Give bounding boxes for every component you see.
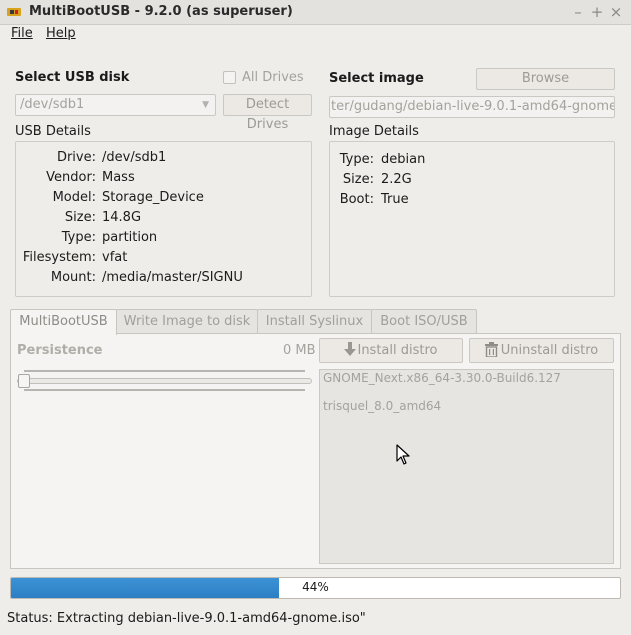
usb-details-group: Drive: /dev/sdb1 Vendor: Mass Model: Storage_… — [15, 141, 312, 297]
detail-key: Size: — [342, 172, 374, 187]
minimize-button[interactable]: – — [569, 3, 587, 21]
detail-value: debian — [381, 152, 426, 167]
persistence-label: Persistence — [17, 343, 103, 358]
usb-disk-selected: /dev/sdb1 — [20, 97, 85, 112]
detail-key: Size: — [64, 210, 96, 225]
all-drives-checkbox[interactable] — [223, 71, 236, 84]
tab-multibootusb[interactable]: MultiBootUSB — [10, 309, 117, 335]
chevron-down-icon: ▼ — [202, 100, 209, 110]
status-text: Status: Extracting debian-live-9.0.1-amd… — [7, 611, 366, 626]
mouse-cursor-icon — [396, 444, 410, 465]
extraction-progress-bar: 44% — [10, 577, 621, 599]
detect-drives-button[interactable]: Detect Drives — [223, 94, 312, 132]
maximize-button[interactable]: + — [588, 3, 606, 21]
uninstall-distro-button[interactable]: Uninstall distro — [469, 338, 614, 363]
persistence-slider-handle[interactable] — [18, 374, 30, 388]
usb-disk-dropdown[interactable]: /dev/sdb1 ▼ — [15, 94, 216, 116]
download-arrow-icon — [344, 342, 357, 356]
detail-value: vfat — [102, 250, 128, 265]
select-image-heading: Select image — [329, 71, 424, 86]
tab-install-syslinux[interactable]: Install Syslinux — [257, 309, 372, 334]
detail-value: Storage_Device — [102, 190, 204, 205]
progress-label: 44% — [302, 580, 329, 594]
image-details-heading: Image Details — [329, 124, 419, 139]
persistence-value: 0 MB — [283, 343, 316, 358]
close-button[interactable]: × — [607, 3, 625, 21]
detail-value: /media/master/SIGNU — [102, 270, 243, 285]
detail-key: Drive: — [56, 150, 96, 165]
install-distro-button[interactable]: Install distro — [319, 338, 463, 363]
slider-tick-bottom — [24, 389, 305, 391]
list-item[interactable]: GNOME_Next.x86_64-3.30.0-Build6.127 — [323, 371, 561, 385]
trash-icon — [484, 342, 498, 358]
tab-boot-iso-usb[interactable]: Boot ISO/USB — [371, 309, 477, 334]
window-title: MultiBootUSB - 9.2.0 (as superuser) — [29, 4, 293, 19]
image-path-field[interactable]: ter/gudang/debian-live-9.0.1-amd64-gnome… — [329, 96, 615, 118]
detail-key: Filesystem: — [22, 250, 96, 265]
detail-key: Type: — [61, 230, 96, 245]
list-item[interactable]: trisquel_8.0_amd64 — [323, 399, 441, 413]
installed-distros-list[interactable]: GNOME_Next.x86_64-3.30.0-Build6.127 tris… — [319, 369, 614, 564]
menu-help[interactable]: Help — [46, 25, 76, 45]
detail-value: True — [381, 192, 409, 207]
detail-key: Type: — [339, 152, 374, 167]
app-logo-icon — [7, 8, 21, 16]
detail-key: Vendor: — [46, 170, 96, 185]
select-usb-disk-heading: Select USB disk — [15, 70, 130, 85]
menu-file[interactable]: File — [11, 25, 33, 45]
persistence-slider-track[interactable] — [17, 378, 312, 384]
detail-key: Model: — [52, 190, 96, 205]
detail-value: partition — [102, 230, 158, 245]
slider-tick-top — [24, 370, 305, 372]
detail-value: 14.8G — [102, 210, 142, 225]
detail-value: /dev/sdb1 — [102, 150, 167, 165]
detail-key: Mount: — [50, 270, 96, 285]
tab-write-image[interactable]: Write Image to disk — [116, 309, 258, 334]
detail-value: 2.2G — [381, 172, 412, 187]
image-details-group: Type: debian Size: 2.2G Boot: True — [329, 141, 615, 297]
detail-key: Boot: — [339, 192, 374, 207]
browse-button[interactable]: Browse — [476, 68, 615, 90]
detail-value: Mass — [102, 170, 135, 185]
usb-details-heading: USB Details — [15, 124, 91, 139]
all-drives-label: All Drives — [242, 70, 304, 85]
